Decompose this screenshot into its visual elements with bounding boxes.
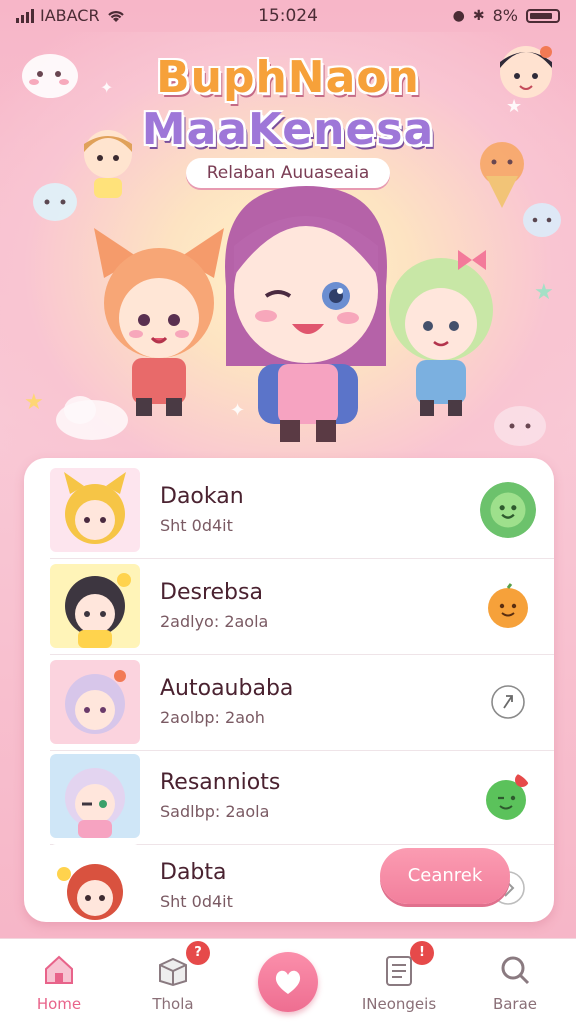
list-item-name: Resanniots (160, 770, 281, 795)
tab-label: INeongeis (361, 995, 437, 1013)
tab-barae[interactable]: Barae (460, 939, 570, 1025)
notification-badge: ? (186, 941, 210, 965)
list-item-name: Dabta (160, 860, 227, 885)
star-icon: ★ (534, 280, 554, 305)
list-item[interactable]: Daokan Sht 0d4it (24, 462, 554, 558)
status-bar: IABACR 15:024 ● ✱ 8% (0, 0, 576, 32)
list-item-subtitle: Sht 0d4it (160, 892, 233, 911)
list-item-name: Desrebsa (160, 580, 263, 605)
list-item-name: Autoaubaba (160, 676, 294, 701)
tab-label: Barae (492, 995, 538, 1013)
search-icon (501, 956, 530, 985)
list-item-subtitle: Sadlbp: 2aola (160, 802, 270, 821)
avatar (50, 754, 140, 838)
home-icon (45, 955, 73, 984)
battery-icon (526, 8, 560, 23)
app-title-line1: BuphNaon (156, 52, 420, 103)
list-item-name: Daokan (160, 484, 244, 509)
tab-label: Thola (152, 995, 194, 1013)
notification-badge: ! (410, 941, 434, 965)
tab-thola[interactable]: ? Thola (118, 939, 228, 1025)
tab-label: Home (36, 995, 82, 1013)
tab-home[interactable]: Home (4, 939, 114, 1025)
battery-percent: 8% (492, 6, 518, 25)
avatar (50, 660, 140, 744)
star-icon: ★ (24, 390, 44, 415)
favorite-center-button[interactable] (258, 952, 318, 1012)
ghost-icon (523, 203, 561, 237)
tab-ineongeis[interactable]: ! INeongeis (344, 939, 454, 1025)
list-item[interactable]: Autoaubaba 2aolbp: 2aoh (24, 654, 554, 750)
app-title-line2: MaaKenesa (141, 104, 435, 155)
alarm-icon: ● (452, 7, 465, 24)
conversation-list: Daokan Sht 0d4it Desrebsa 2adlyo: 2aola (24, 458, 554, 922)
character-green-girl (389, 250, 493, 416)
bluetooth-icon: ✱ (472, 7, 485, 24)
list-item-subtitle: Sht 0d4it (160, 516, 233, 535)
list-item[interactable]: Resanniots Sadlbp: 2aola (24, 748, 554, 844)
green-smile-face-icon[interactable] (480, 482, 536, 538)
heart-icon (275, 970, 301, 994)
green-wink-face-icon[interactable] (484, 772, 532, 820)
list-item-subtitle: 2aolbp: 2aoh (160, 708, 265, 727)
box-icon (159, 957, 187, 987)
list-item[interactable]: Desrebsa 2adlyo: 2aola (24, 558, 554, 654)
list-item-subtitle: 2adlyo: 2aola (160, 612, 269, 631)
avatar (50, 844, 140, 922)
share-arrow-icon[interactable] (484, 678, 532, 726)
avatar (50, 564, 140, 648)
avatar (50, 468, 140, 552)
connect-button[interactable]: Ceanrek (380, 848, 510, 904)
orange-smile-face-icon[interactable] (484, 582, 532, 630)
